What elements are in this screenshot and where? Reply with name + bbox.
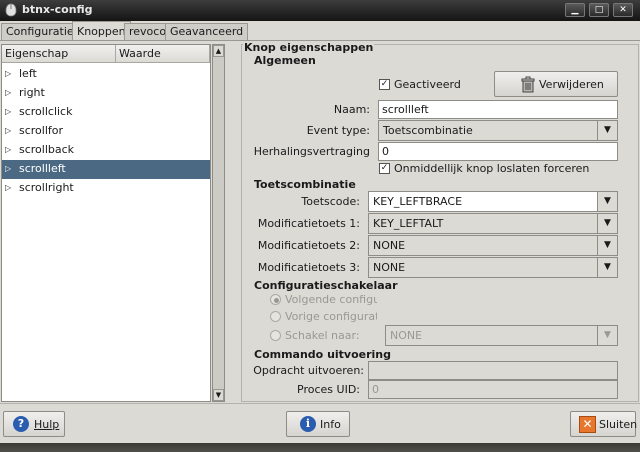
check-icon: ✓ bbox=[380, 163, 389, 173]
process-uid-label: Proces UID: bbox=[297, 383, 360, 396]
tab-geavanceerd[interactable]: Geavanceerd bbox=[165, 23, 249, 40]
close-button-label: Sluiten bbox=[599, 418, 638, 431]
tree-row-label: scrollclick bbox=[19, 105, 73, 118]
tab-knoppen[interactable]: Knoppen bbox=[72, 21, 131, 41]
delay-label: Herhalingsvertraging bbox=[253, 145, 370, 158]
check-icon: ✓ bbox=[380, 79, 389, 89]
info-button-label: Info bbox=[320, 418, 341, 431]
process-uid-field[interactable]: 0 bbox=[368, 380, 618, 399]
section-title-toetscombinatie: Toetscombinatie bbox=[253, 178, 357, 191]
delete-button[interactable]: Verwijderen bbox=[494, 71, 618, 97]
modifier1-select[interactable]: KEY_LEFTALT ▼ bbox=[368, 213, 618, 234]
expander-icon[interactable]: ▷ bbox=[5, 84, 11, 102]
force-release-label: Onmiddellijk knop loslaten forceren bbox=[394, 162, 590, 175]
title-bar: btnx-config ▁ □ ✕ bbox=[0, 0, 640, 21]
tree-row-label: left bbox=[19, 67, 37, 80]
dropdown-arrow-icon[interactable]: ▼ bbox=[597, 258, 617, 277]
scroll-up-icon[interactable]: ▲ bbox=[213, 45, 224, 57]
maximize-icon: □ bbox=[594, 5, 604, 15]
column-header-eigenschap[interactable]: Eigenschap bbox=[2, 45, 116, 63]
force-release-checkbox[interactable]: ✓ bbox=[379, 163, 390, 174]
expander-icon[interactable]: ▷ bbox=[5, 141, 11, 159]
tree-row-label: right bbox=[19, 86, 45, 99]
expander-icon[interactable]: ▷ bbox=[5, 65, 11, 83]
section-title-configuratieschakelaar: Configuratieschakelaar bbox=[253, 279, 399, 292]
enabled-label: Geactiveerd bbox=[394, 78, 461, 91]
modifier2-select[interactable]: NONE ▼ bbox=[368, 235, 618, 256]
keycode-label: Toetscode: bbox=[301, 195, 360, 208]
info-button[interactable]: i Info bbox=[286, 411, 350, 437]
tree-row-left[interactable]: ▷ left bbox=[2, 65, 210, 84]
dropdown-arrow-icon[interactable]: ▼ bbox=[597, 192, 617, 211]
prev-config-label: Vorige configuratie bbox=[285, 310, 377, 323]
exec-command-label: Opdracht uitvoeren: bbox=[253, 364, 364, 377]
expander-icon[interactable]: ▷ bbox=[5, 179, 11, 197]
switch-to-radio[interactable] bbox=[270, 330, 281, 341]
prev-config-radio[interactable] bbox=[270, 311, 281, 322]
minimize-icon: ▁ bbox=[571, 5, 579, 15]
expander-icon[interactable]: ▷ bbox=[5, 160, 11, 178]
modifier1-value: KEY_LEFTALT bbox=[373, 217, 444, 230]
dropdown-arrow-icon[interactable]: ▼ bbox=[597, 326, 617, 345]
event-type-select[interactable]: Toetscombinatie ▼ bbox=[378, 120, 618, 141]
enabled-checkbox[interactable]: ✓ bbox=[379, 79, 390, 90]
section-title-algemeen: Algemeen bbox=[253, 54, 317, 67]
trash-icon bbox=[521, 76, 535, 93]
tree-row-scrollclick[interactable]: ▷ scrollclick bbox=[2, 103, 210, 122]
info-icon: i bbox=[300, 416, 316, 432]
tree-row-scrollfor[interactable]: ▷ scrollfor bbox=[2, 122, 210, 141]
tree-scrollbar[interactable]: ▲ ▼ bbox=[212, 44, 225, 402]
expander-icon[interactable]: ▷ bbox=[5, 103, 11, 121]
next-config-label: Volgende configura bbox=[285, 293, 377, 306]
modifier2-value: NONE bbox=[373, 239, 406, 252]
exec-command-field[interactable] bbox=[368, 361, 618, 380]
window-title: btnx-config bbox=[22, 3, 93, 16]
modifier2-label: Modificatietoets 2: bbox=[257, 239, 360, 252]
close-window-button[interactable]: ✕ bbox=[613, 3, 633, 17]
switch-to-value: NONE bbox=[390, 329, 423, 342]
column-header-waarde[interactable]: Waarde bbox=[116, 45, 210, 63]
tree-row-label: scrollleft bbox=[19, 162, 66, 175]
switch-to-select[interactable]: NONE ▼ bbox=[385, 325, 618, 346]
modifier3-select[interactable]: NONE ▼ bbox=[368, 257, 618, 278]
close-button[interactable]: ✕ Sluiten bbox=[570, 411, 638, 437]
tree-row-scrollback[interactable]: ▷ scrollback bbox=[2, 141, 210, 160]
event-type-value: Toetscombinatie bbox=[383, 124, 473, 137]
minimize-button[interactable]: ▁ bbox=[565, 3, 585, 17]
scroll-down-icon[interactable]: ▼ bbox=[213, 389, 224, 401]
keycode-combo[interactable]: KEY_LEFTBRACE ▼ bbox=[368, 191, 618, 212]
dropdown-arrow-icon[interactable]: ▼ bbox=[597, 214, 617, 233]
tree-row-scrollright[interactable]: ▷ scrollright bbox=[2, 179, 210, 198]
help-button-label: Hulp bbox=[34, 418, 60, 431]
help-icon: ? bbox=[13, 416, 29, 432]
close-icon: ✕ bbox=[619, 5, 627, 15]
modifier1-label: Modificatietoets 1: bbox=[257, 217, 360, 230]
name-field[interactable]: scrollleft bbox=[378, 100, 618, 119]
properties-frame-title: Knop eigenschappen bbox=[243, 41, 375, 54]
section-title-commando: Commando uitvoering bbox=[253, 348, 393, 361]
tree-row-scrollleft[interactable]: ▷ scrollleft bbox=[2, 160, 210, 179]
tree-row-label: scrollfor bbox=[19, 124, 64, 137]
delay-field[interactable]: 0 bbox=[378, 142, 618, 161]
maximize-button[interactable]: □ bbox=[589, 3, 609, 17]
property-tree[interactable]: Eigenschap Waarde ▷ left ▷ right ▷ scrollcl… bbox=[1, 44, 211, 402]
delete-button-label: Verwijderen bbox=[539, 78, 604, 91]
keycode-value: KEY_LEFTBRACE bbox=[373, 195, 463, 208]
modifier3-value: NONE bbox=[373, 261, 406, 274]
switch-to-label: Schakel naar: bbox=[285, 329, 360, 342]
close-icon: ✕ bbox=[579, 416, 596, 433]
app-icon bbox=[5, 3, 17, 17]
modifier3-label: Modificatietoets 3: bbox=[257, 261, 360, 274]
tree-row-right[interactable]: ▷ right bbox=[2, 84, 210, 103]
help-button[interactable]: ? Hulp bbox=[3, 411, 65, 437]
dropdown-arrow-icon[interactable]: ▼ bbox=[597, 121, 617, 140]
tree-row-label: scrollback bbox=[19, 143, 75, 156]
dropdown-arrow-icon[interactable]: ▼ bbox=[597, 236, 617, 255]
expander-icon[interactable]: ▷ bbox=[5, 122, 11, 140]
event-type-label: Event type: bbox=[306, 124, 370, 137]
next-config-radio[interactable] bbox=[270, 294, 281, 305]
name-label: Naam: bbox=[333, 103, 370, 116]
tree-row-label: scrollright bbox=[19, 181, 74, 194]
desktop-background-strip bbox=[0, 443, 640, 452]
